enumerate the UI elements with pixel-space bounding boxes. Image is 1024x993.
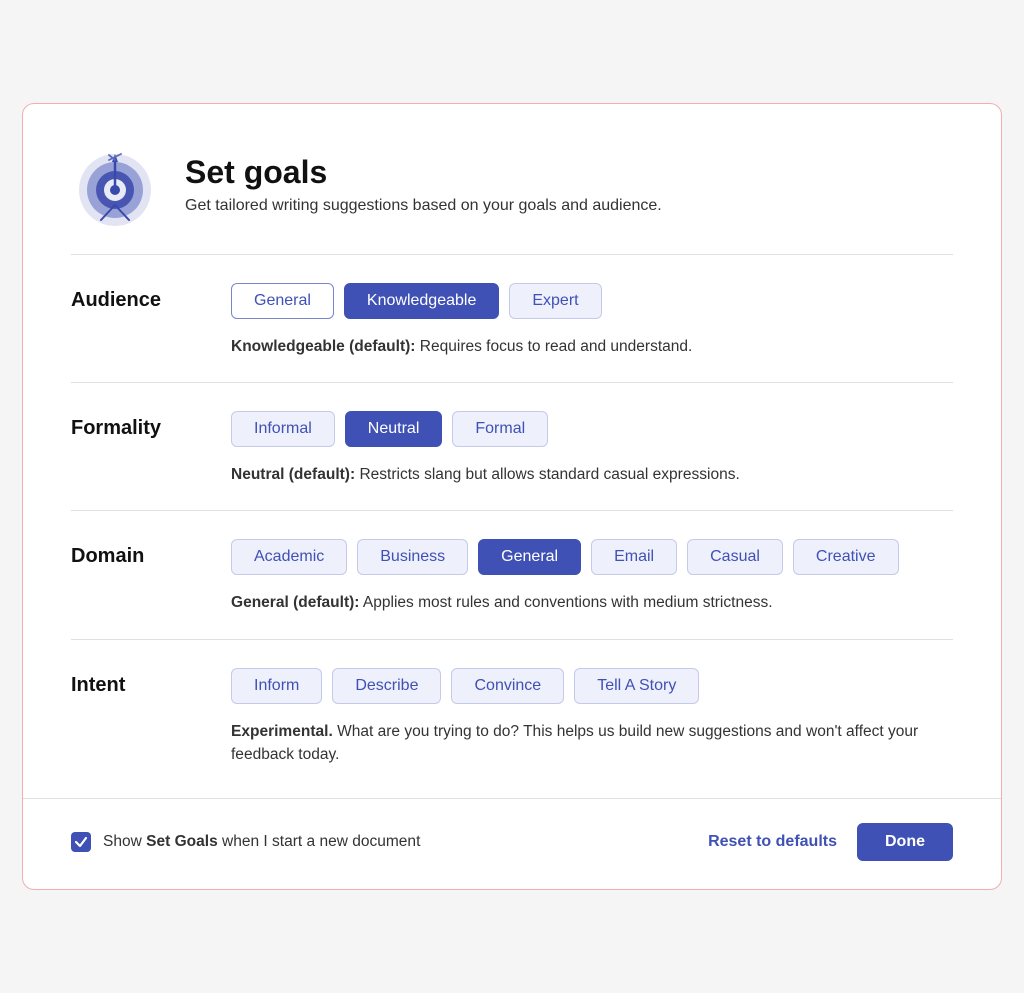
intent-desc-strong: Experimental. — [231, 723, 333, 740]
show-goals-checkbox[interactable] — [71, 832, 91, 852]
formality-btn-formal[interactable]: Formal — [452, 411, 548, 447]
formality-section: Formality Informal Neutral Formal Neutra… — [23, 383, 1001, 510]
audience-label: Audience — [71, 283, 231, 312]
intent-description: Experimental. What are you trying to do?… — [231, 720, 953, 791]
domain-content: Academic Business General Email Casual C… — [231, 539, 953, 638]
header: Set goals Get tailored writing suggestio… — [23, 104, 1001, 254]
formality-btn-informal[interactable]: Informal — [231, 411, 335, 447]
domain-btn-group: Academic Business General Email Casual C… — [231, 539, 953, 575]
domain-desc-strong: General (default): — [231, 594, 359, 611]
footer: Show Set Goals when I start a new docume… — [23, 798, 1001, 889]
formality-btn-neutral[interactable]: Neutral — [345, 411, 443, 447]
page-subtitle: Get tailored writing suggestions based o… — [185, 197, 662, 215]
target-icon — [71, 140, 161, 230]
intent-content: Inform Describe Convince Tell A Story Ex… — [231, 668, 953, 791]
formality-desc-strong: Neutral (default): — [231, 466, 355, 483]
set-goals-card: Set goals Get tailored writing suggestio… — [22, 103, 1002, 890]
domain-btn-academic[interactable]: Academic — [231, 539, 347, 575]
audience-description: Knowledgeable (default): Requires focus … — [231, 335, 953, 382]
intent-desc-text: What are you trying to do? This helps us… — [231, 723, 918, 763]
reset-button[interactable]: Reset to defaults — [708, 833, 837, 851]
audience-section: Audience General Knowledgeable Expert Kn… — [23, 255, 1001, 382]
domain-btn-general[interactable]: General — [478, 539, 581, 575]
formality-description: Neutral (default): Restricts slang but a… — [231, 463, 953, 510]
formality-content: Informal Neutral Formal Neutral (default… — [231, 411, 953, 510]
audience-btn-group: General Knowledgeable Expert — [231, 283, 953, 319]
domain-description: General (default): Applies most rules an… — [231, 591, 953, 638]
intent-btn-tell-a-story[interactable]: Tell A Story — [574, 668, 699, 704]
header-text: Set goals Get tailored writing suggestio… — [185, 154, 662, 215]
footer-checkbox-label: Show Set Goals when I start a new docume… — [103, 833, 420, 851]
domain-label: Domain — [71, 539, 231, 568]
intent-section: Intent Inform Describe Convince Tell A S… — [23, 640, 1001, 791]
formality-desc-text: Restricts slang but allows standard casu… — [355, 466, 740, 483]
formality-label: Formality — [71, 411, 231, 440]
domain-btn-email[interactable]: Email — [591, 539, 677, 575]
audience-btn-expert[interactable]: Expert — [509, 283, 601, 319]
domain-btn-casual[interactable]: Casual — [687, 539, 783, 575]
done-button[interactable]: Done — [857, 823, 953, 861]
domain-desc-text: Applies most rules and conventions with … — [359, 594, 772, 611]
intent-btn-convince[interactable]: Convince — [451, 668, 564, 704]
footer-left: Show Set Goals when I start a new docume… — [71, 832, 420, 852]
audience-desc-strong: Knowledgeable (default): — [231, 338, 415, 355]
audience-content: General Knowledgeable Expert Knowledgeab… — [231, 283, 953, 382]
audience-btn-general[interactable]: General — [231, 283, 334, 319]
intent-btn-group: Inform Describe Convince Tell A Story — [231, 668, 953, 704]
intent-label: Intent — [71, 668, 231, 697]
audience-btn-knowledgeable[interactable]: Knowledgeable — [344, 283, 499, 319]
audience-desc-text: Requires focus to read and understand. — [415, 338, 692, 355]
intent-btn-inform[interactable]: Inform — [231, 668, 322, 704]
domain-btn-business[interactable]: Business — [357, 539, 468, 575]
formality-btn-group: Informal Neutral Formal — [231, 411, 953, 447]
domain-section: Domain Academic Business General Email C… — [23, 511, 1001, 638]
domain-btn-creative[interactable]: Creative — [793, 539, 899, 575]
footer-right: Reset to defaults Done — [708, 823, 953, 861]
intent-btn-describe[interactable]: Describe — [332, 668, 441, 704]
page-title: Set goals — [185, 154, 662, 191]
